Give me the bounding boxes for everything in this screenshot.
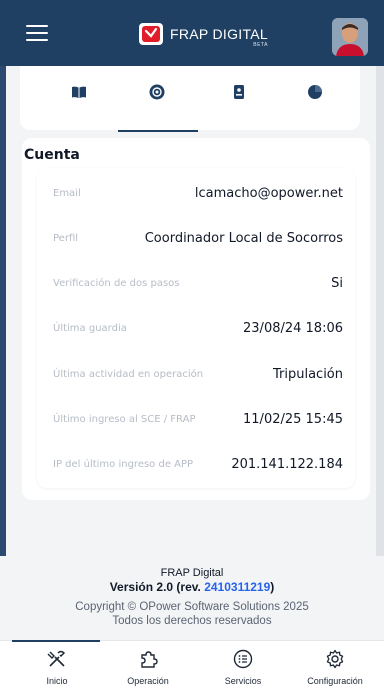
at-sign-icon [149, 84, 165, 100]
pie-chart-icon [308, 85, 322, 99]
row-value: Si [331, 275, 343, 291]
gear-icon [326, 649, 344, 669]
nav-item-operacion[interactable]: Operación [103, 647, 193, 689]
row-label: Perfil [53, 232, 79, 244]
nav-item-servicios[interactable]: Servicios [198, 647, 288, 689]
row-value: 201.141.122.184 [231, 456, 343, 472]
row-label: Último ingreso al SCE / FRAP [53, 413, 196, 425]
id-badge-icon [234, 85, 244, 99]
row-label: Verificación de dos pasos [53, 277, 180, 289]
account-row-last-shift: Última guardia 23/08/24 18:06 [53, 318, 343, 338]
nav-item-inicio[interactable]: Inicio [12, 647, 102, 689]
row-label: Última actividad en operación [53, 368, 204, 380]
account-row-two-step: Verificación de dos pasos Si [53, 273, 343, 293]
row-value: Tripulación [272, 366, 343, 382]
row-value: 11/02/25 15:45 [243, 411, 343, 427]
account-row-last-ip: IP del último ingreso de APP 201.141.122… [53, 454, 343, 474]
brand: FRAP DIGITAL BETA [139, 20, 268, 48]
tab-badge[interactable] [200, 84, 278, 130]
puzzle-icon [141, 651, 158, 668]
list-icon [233, 649, 253, 669]
row-value: Coordinador Local de Socorros [144, 230, 343, 246]
hamburger-menu-icon[interactable] [26, 25, 48, 41]
account-section-title: Cuenta [24, 147, 80, 163]
nav-label: Inicio [46, 676, 68, 686]
footer-version: Versión 2.0 (rev. 2410311219) [109, 580, 275, 594]
nav-label: Servicios [224, 676, 262, 686]
tab-book[interactable] [40, 84, 118, 130]
account-row-profile: Perfil Coordinador Local de Socorros [53, 228, 343, 248]
row-value: lcamacho@opower.net [194, 185, 343, 201]
row-value: 23/08/24 18:06 [243, 320, 343, 336]
footer-rights: Todos los derechos reservados [112, 615, 272, 627]
brand-name: FRAP DIGITAL BETA [170, 26, 268, 48]
bottom-navigation: Inicio Operación Servicios Configuración [0, 640, 384, 690]
footer-copyright: Copyright © OPower Software Solutions 20… [75, 601, 309, 613]
nav-label: Configuración [307, 676, 363, 686]
nav-item-configuracion[interactable]: Configuración [290, 647, 380, 689]
account-row-last-activity: Última actividad en operación Tripulació… [53, 364, 343, 384]
row-label: Última guardia [53, 322, 127, 334]
brand-logo-icon [139, 23, 163, 45]
account-row-last-login: Último ingreso al SCE / FRAP 11/02/25 15… [53, 409, 343, 429]
avatar[interactable] [332, 18, 368, 56]
footer-app-name: FRAP Digital [160, 567, 224, 579]
tab-stats[interactable] [276, 84, 354, 130]
app-footer: FRAP Digital Versión 2.0 (rev. 241031121… [0, 556, 384, 640]
row-label: IP del último ingreso de APP [53, 458, 194, 470]
tools-icon [47, 650, 66, 667]
active-tab-indicator [12, 640, 100, 642]
nav-label: Operación [127, 676, 169, 686]
row-label: Email [53, 187, 81, 199]
book-icon [72, 86, 86, 98]
right-scrollbar-track[interactable] [376, 66, 384, 626]
tab-email[interactable] [118, 84, 198, 132]
profile-tabs [20, 66, 360, 132]
account-info-panel: Email lcamacho@opower.net Perfil Coordin… [37, 168, 355, 488]
account-row-email: Email lcamacho@opower.net [53, 183, 343, 203]
app-header: FRAP DIGITAL BETA [0, 0, 384, 66]
revision-link[interactable]: 2410311219 [204, 580, 270, 594]
beta-label: BETA [253, 42, 268, 48]
